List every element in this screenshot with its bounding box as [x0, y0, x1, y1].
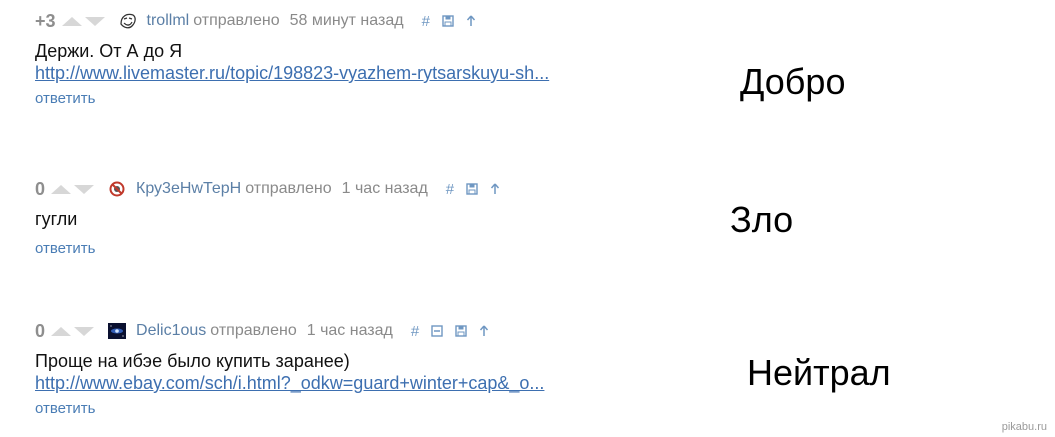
- galaxy-avatar[interactable]: [108, 322, 127, 340]
- label-neutral: Нейтрал: [747, 352, 891, 393]
- save-icon[interactable]: [442, 15, 454, 27]
- comment-author[interactable]: Delic1ous: [136, 322, 206, 340]
- label-good: Добро: [740, 61, 846, 102]
- comment-rating: 0: [35, 178, 46, 199]
- comment: 0 Кру3еНwТерН отправлено 1 час назад # г…: [35, 176, 715, 257]
- downvote-icon[interactable]: [74, 184, 95, 194]
- watermark: pikabu.ru: [1001, 421, 1047, 433]
- comment-rating: +3: [35, 10, 56, 31]
- reply-link[interactable]: ответить: [35, 240, 715, 257]
- comment-meta: +3 trollml отправлено 58 минут назад #: [35, 8, 715, 34]
- comment-text: Проще на ибэе было купить заранее): [35, 351, 350, 371]
- comment-rating: 0: [35, 320, 46, 341]
- parent-arrow-icon[interactable]: [466, 15, 476, 27]
- sent-label: отправлено: [210, 322, 297, 339]
- comment: 0 Delic1ous отправлено 1 час назад # Про…: [35, 318, 715, 418]
- permalink-hash[interactable]: #: [422, 13, 430, 30]
- comment-meta: 0 Кру3еНwТерН отправлено 1 час назад #: [35, 176, 715, 202]
- no-sign-avatar[interactable]: [108, 180, 126, 198]
- comment-time[interactable]: 1 час назад: [342, 180, 428, 198]
- upvote-icon[interactable]: [51, 326, 72, 336]
- reply-link[interactable]: ответить: [35, 90, 715, 107]
- permalink-hash[interactable]: #: [411, 323, 419, 340]
- troll-face-avatar[interactable]: [118, 12, 137, 30]
- downvote-icon[interactable]: [84, 16, 105, 26]
- parent-arrow-icon[interactable]: [479, 325, 489, 337]
- parent-arrow-icon[interactable]: [490, 183, 500, 195]
- sent-label: отправлено: [193, 12, 280, 29]
- downvote-icon[interactable]: [74, 326, 95, 336]
- comments-screenshot: +3 trollml отправлено 58 минут назад # Д…: [0, 0, 1055, 437]
- permalink-hash[interactable]: #: [446, 181, 454, 198]
- comment-time[interactable]: 1 час назад: [307, 322, 393, 340]
- save-icon[interactable]: [455, 325, 467, 337]
- reply-link[interactable]: ответить: [35, 400, 715, 417]
- comment-text: гугли: [35, 209, 78, 229]
- comment-text: Держи. От А до Я: [35, 41, 183, 61]
- comment: +3 trollml отправлено 58 минут назад # Д…: [35, 8, 715, 108]
- upvote-icon[interactable]: [51, 184, 72, 194]
- collapse-icon[interactable]: [431, 325, 443, 337]
- label-evil: Зло: [730, 199, 794, 240]
- comment-author[interactable]: Кру3еНwТерН: [136, 180, 241, 198]
- comment-author[interactable]: trollml: [147, 12, 190, 30]
- sent-label: отправлено: [245, 180, 332, 197]
- save-icon[interactable]: [466, 183, 478, 195]
- upvote-icon[interactable]: [61, 16, 82, 26]
- comment-link[interactable]: http://www.ebay.com/sch/i.html?_odkw=gua…: [35, 372, 715, 394]
- comment-meta: 0 Delic1ous отправлено 1 час назад #: [35, 318, 715, 344]
- comment-time[interactable]: 58 минут назад: [290, 12, 404, 30]
- comment-link[interactable]: http://www.livemaster.ru/topic/198823-vy…: [35, 62, 715, 84]
